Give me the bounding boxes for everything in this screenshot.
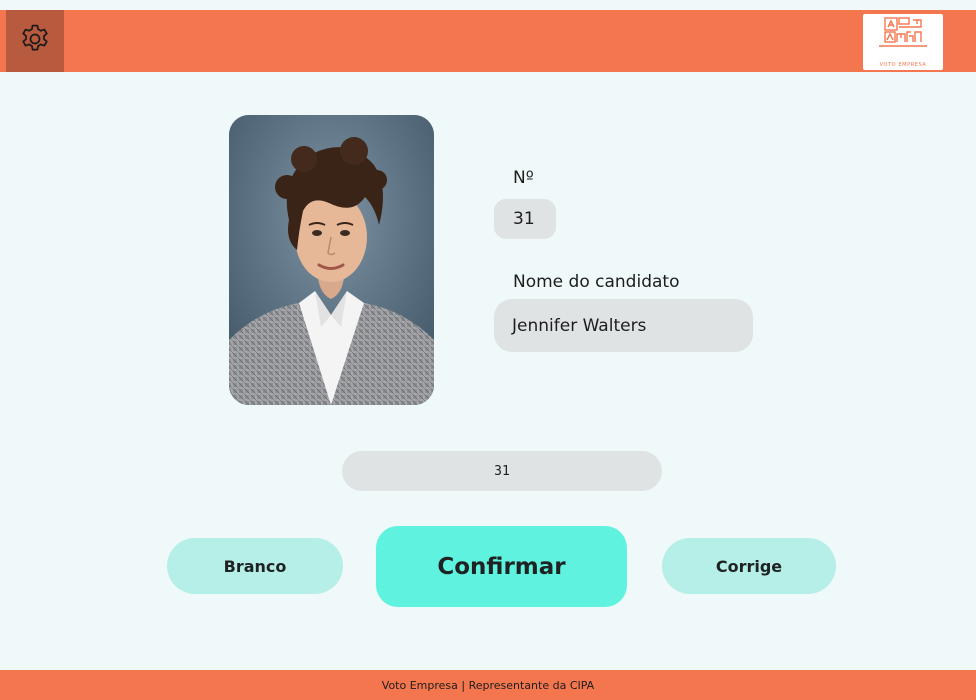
settings-button[interactable] bbox=[6, 10, 64, 72]
footer: Voto Empresa | Representante da CIPA bbox=[0, 670, 976, 700]
candidate-name-label: Nome do candidato bbox=[513, 272, 680, 292]
app-logo: VOTO EMPRESA bbox=[863, 14, 943, 70]
confirmar-button[interactable]: Confirmar bbox=[376, 526, 627, 607]
branco-button[interactable]: Branco bbox=[167, 538, 343, 594]
candidate-number-label: Nº bbox=[513, 168, 534, 188]
candidate-number-field: 31 bbox=[494, 199, 556, 239]
corrige-button[interactable]: Corrige bbox=[662, 538, 836, 594]
candidate-name-field: Jennifer Walters bbox=[494, 299, 753, 352]
footer-text: Voto Empresa | Representante da CIPA bbox=[381, 678, 595, 692]
logo-text: VOTO EMPRESA bbox=[879, 62, 927, 68]
candidate-photo bbox=[229, 115, 434, 405]
top-bar bbox=[0, 10, 976, 72]
vote-number-input[interactable]: 31 bbox=[342, 451, 662, 491]
gear-icon bbox=[18, 22, 52, 60]
